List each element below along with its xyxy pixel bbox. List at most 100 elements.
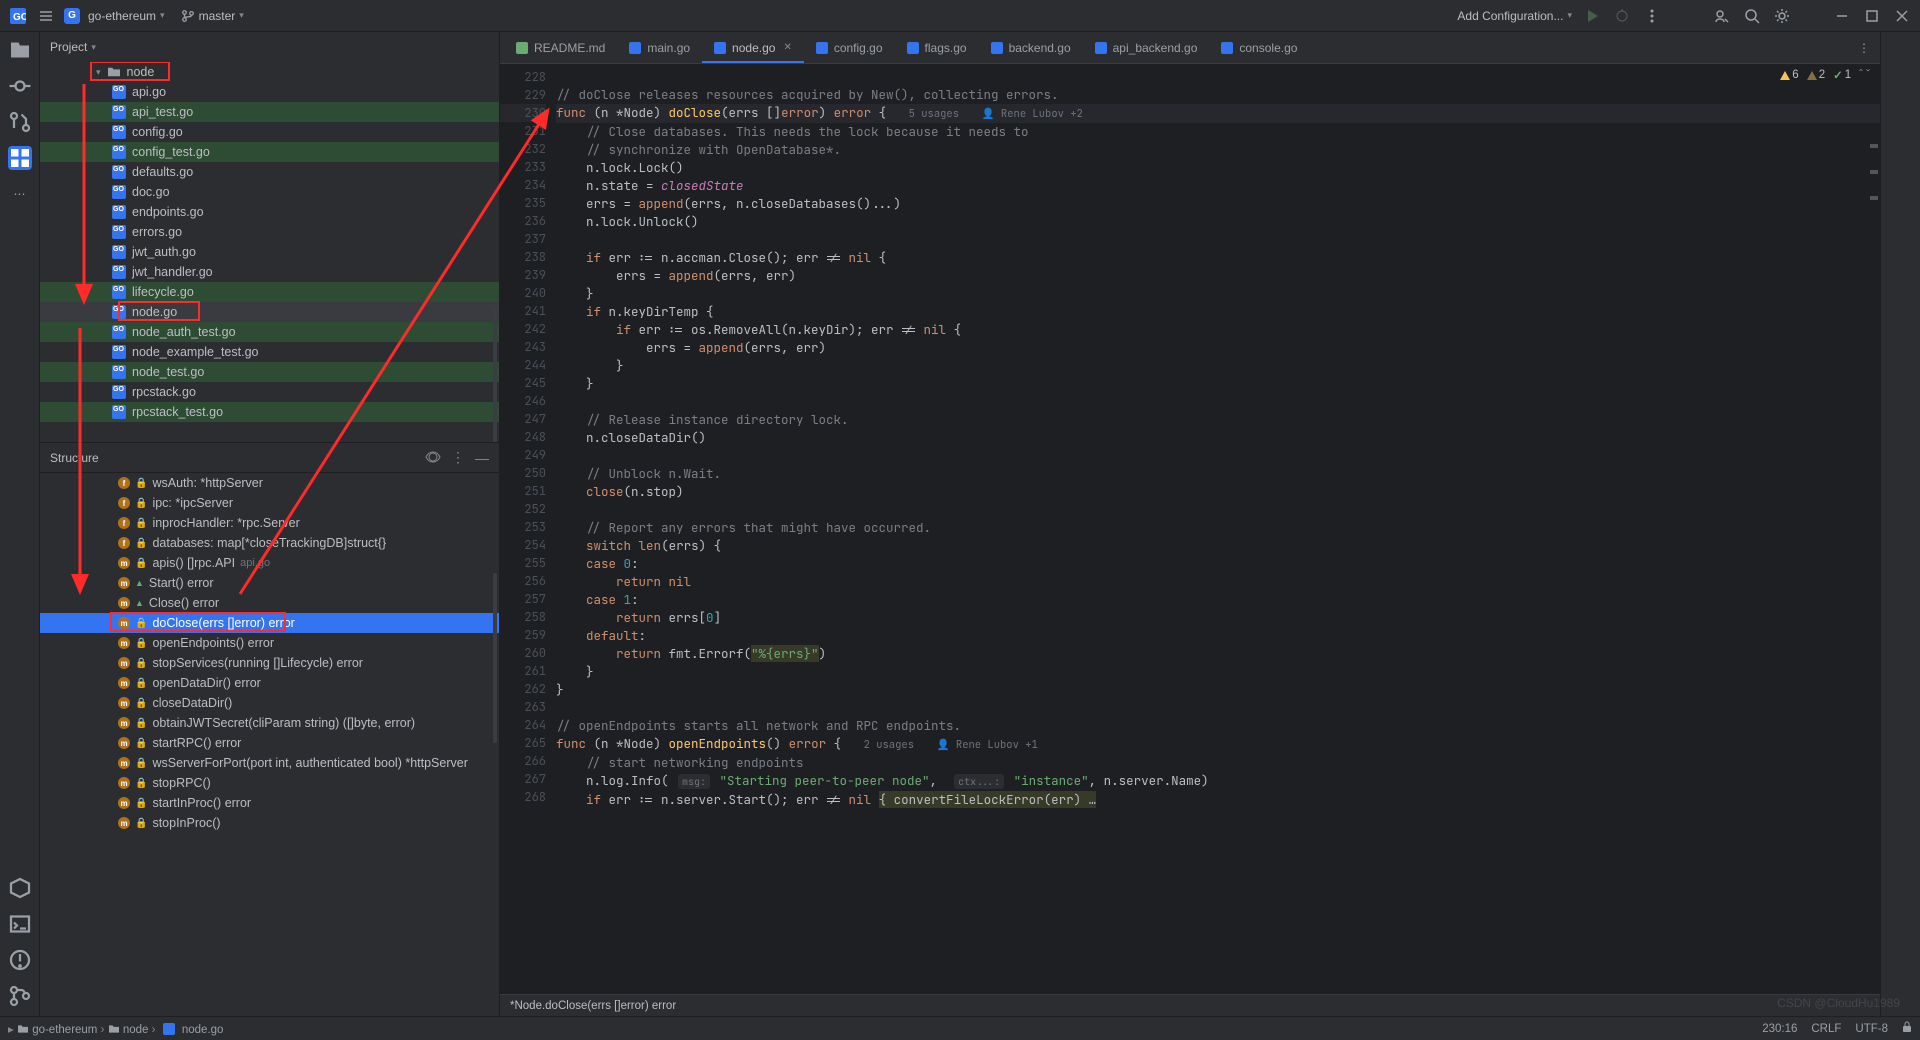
tree-file[interactable]: node_test.go — [40, 362, 499, 382]
editor-tab[interactable]: node.go✕ — [702, 32, 804, 63]
member-icon: f — [118, 517, 130, 529]
tree-file[interactable]: lifecycle.go — [40, 282, 499, 302]
nav-bar[interactable]: ▸ go-ethereum › node › node.go — [8, 1022, 223, 1036]
tree-file[interactable]: doc.go — [40, 182, 499, 202]
structure-item[interactable]: m🔒stopRPC() — [40, 773, 499, 793]
tab-label: flags.go — [925, 41, 967, 55]
tree-file[interactable]: api_test.go — [40, 102, 499, 122]
tree-folder-node[interactable]: ▾ node — [40, 62, 499, 82]
tree-file[interactable]: errors.go — [40, 222, 499, 242]
run-config-selector[interactable]: Add Configuration... ▾ — [1457, 9, 1572, 23]
chevron-down-icon: ▾ — [96, 67, 101, 78]
settings-icon[interactable] — [1772, 6, 1792, 26]
structure-item[interactable]: m🔒startInProc() error — [40, 793, 499, 813]
tree-file[interactable]: config_test.go — [40, 142, 499, 162]
code-editor[interactable]: 6 2 ✓1 ˆ ˇ 22822923023123223323423523623… — [500, 64, 1880, 994]
more-tools-icon[interactable]: ⋯ — [8, 182, 32, 206]
tree-file[interactable]: defaults.go — [40, 162, 499, 182]
problems-icon[interactable] — [8, 948, 32, 972]
commit-tool-icon[interactable] — [8, 74, 32, 98]
show-options-icon[interactable] — [425, 450, 441, 466]
structure-item[interactable]: m🔒obtainJWTSecret(cliParam string) ([]by… — [40, 713, 499, 733]
debug-icon[interactable] — [1612, 6, 1632, 26]
breadcrumb-bar[interactable]: *Node.doClose(errs []error) error — [500, 994, 1880, 1016]
member-icon: f — [118, 537, 130, 549]
editor-tab[interactable]: flags.go — [895, 32, 979, 63]
tree-file[interactable]: api.go — [40, 82, 499, 102]
structure-item[interactable]: m🔒openDataDir() error — [40, 673, 499, 693]
structure-item[interactable]: f🔒wsAuth: *httpServer — [40, 473, 499, 493]
member-icon: m — [118, 717, 130, 729]
scrollbar-thumb[interactable] — [493, 306, 497, 442]
editor-tab[interactable]: backend.go — [979, 32, 1083, 63]
structure-item[interactable]: m🔒stopServices(running []Lifecycle) erro… — [40, 653, 499, 673]
minimize-icon[interactable] — [1832, 6, 1852, 26]
structure-tool-icon[interactable] — [8, 146, 32, 170]
code-with-me-icon[interactable] — [1712, 6, 1732, 26]
structure-item[interactable]: f🔒ipc: *ipcServer — [40, 493, 499, 513]
search-icon[interactable] — [1742, 6, 1762, 26]
editor-tab[interactable]: main.go — [617, 32, 702, 63]
file-icon — [714, 42, 726, 54]
editor-tab[interactable]: README.md — [504, 32, 617, 63]
structure-item[interactable]: f🔒inprocHandler: *rpc.Server — [40, 513, 499, 533]
lock-icon: 🔒 — [135, 738, 147, 749]
more-icon[interactable]: ⋮ — [451, 449, 465, 466]
structure-item[interactable]: m🔒wsServerForPort(port int, authenticate… — [40, 753, 499, 773]
editor-tab[interactable]: console.go — [1209, 32, 1309, 63]
project-selector[interactable]: go-ethereum ▾ — [88, 9, 165, 23]
editor-minimap[interactable] — [1870, 144, 1878, 200]
file-encoding[interactable]: UTF-8 — [1855, 1023, 1888, 1035]
go-file-icon — [112, 405, 126, 419]
run-icon[interactable] — [1582, 6, 1602, 26]
more-icon[interactable] — [1642, 6, 1662, 26]
branch-selector[interactable]: master ▾ — [181, 9, 244, 23]
add-config-label: Add Configuration... — [1457, 9, 1563, 23]
terminal-icon[interactable] — [8, 912, 32, 936]
readonly-icon[interactable] — [1902, 1021, 1912, 1036]
tree-file[interactable]: rpcstack.go — [40, 382, 499, 402]
pull-requests-icon[interactable] — [8, 110, 32, 134]
structure-item[interactable]: f🔒databases: map[*closeTrackingDB]struct… — [40, 533, 499, 553]
code-content[interactable]: // doClose releases resources acquired b… — [556, 64, 1880, 994]
structure-item[interactable]: m🔒startRPC() error — [40, 733, 499, 753]
tab-more-icon[interactable]: ⋮ — [1854, 38, 1874, 58]
member-icon: m — [118, 777, 130, 789]
close-icon[interactable] — [1892, 6, 1912, 26]
caret-position[interactable]: 230:16 — [1762, 1023, 1797, 1035]
project-badge: G — [64, 8, 80, 24]
close-tab-icon[interactable]: ✕ — [783, 42, 791, 53]
chevron-down-icon[interactable]: ▾ — [91, 42, 96, 53]
structure-tree[interactable]: f🔒wsAuth: *httpServerf🔒ipc: *ipcServerf🔒… — [40, 472, 499, 1016]
tree-file[interactable]: jwt_handler.go — [40, 262, 499, 282]
structure-item[interactable]: m🔒openEndpoints() error — [40, 633, 499, 653]
line-separator[interactable]: CRLF — [1811, 1023, 1841, 1035]
tree-file[interactable]: node_example_test.go — [40, 342, 499, 362]
lock-icon: 🔒 — [135, 558, 147, 569]
structure-item[interactable]: m▲Close() error — [40, 593, 499, 613]
structure-item[interactable]: m🔒stopInProc() — [40, 813, 499, 833]
structure-item[interactable]: m🔒doClose(errs []error) error — [40, 613, 499, 633]
collapse-icon[interactable]: — — [475, 450, 489, 466]
structure-item[interactable]: m▲Start() error — [40, 573, 499, 593]
editor-tab[interactable]: config.go — [804, 32, 895, 63]
tree-file[interactable]: node_auth_test.go — [40, 322, 499, 342]
tree-file[interactable]: jwt_auth.go — [40, 242, 499, 262]
tree-file[interactable]: node.go — [40, 302, 499, 322]
tab-label: main.go — [647, 41, 690, 55]
structure-item[interactable]: m🔒closeDataDir() — [40, 693, 499, 713]
services-icon[interactable] — [8, 876, 32, 900]
project-panel-header: Project ▾ — [40, 32, 499, 62]
main-menu-icon[interactable] — [36, 6, 56, 26]
editor-tab[interactable]: api_backend.go — [1083, 32, 1210, 63]
go-file-icon — [112, 305, 126, 319]
maximize-icon[interactable] — [1862, 6, 1882, 26]
tree-file[interactable]: endpoints.go — [40, 202, 499, 222]
project-tool-icon[interactable] — [8, 38, 32, 62]
project-tree[interactable]: ▾ node api.goapi_test.goconfig.goconfig_… — [40, 62, 499, 442]
structure-item[interactable]: m🔒apis() []rpc.API api.go — [40, 553, 499, 573]
tree-file[interactable]: config.go — [40, 122, 499, 142]
scrollbar-thumb[interactable] — [493, 573, 497, 743]
tree-file[interactable]: rpcstack_test.go — [40, 402, 499, 422]
vcs-icon[interactable] — [8, 984, 32, 1008]
